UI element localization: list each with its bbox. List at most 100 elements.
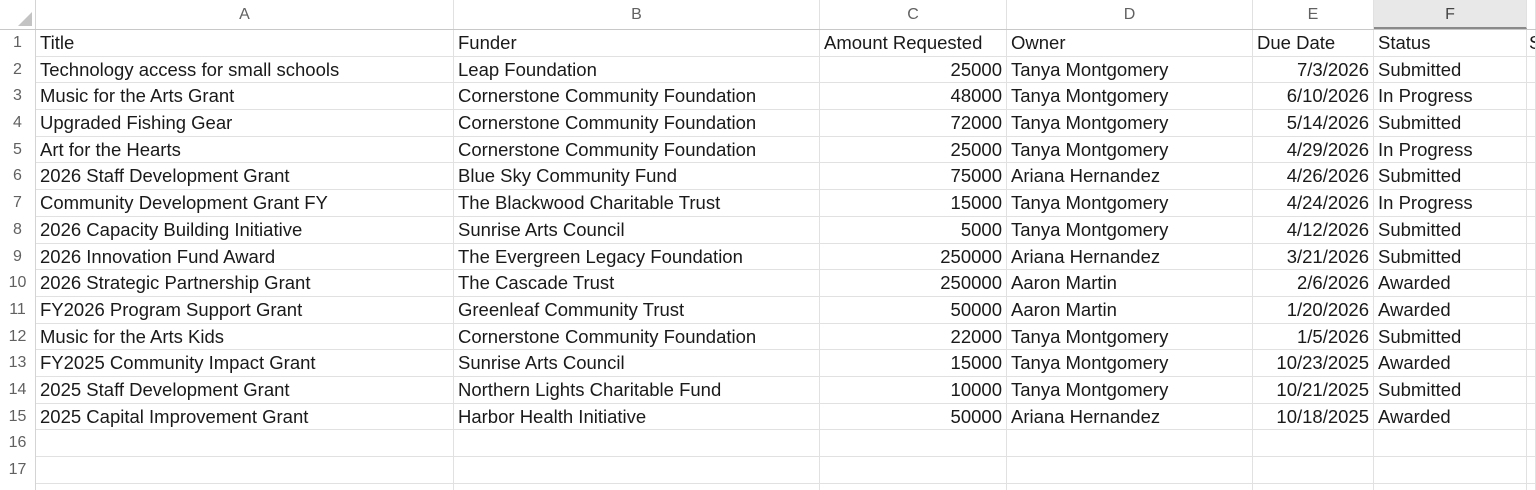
cell-empty[interactable] (1527, 457, 1536, 484)
cell-funder[interactable]: Leap Foundation (454, 56, 820, 84)
cell-owner[interactable]: Ariana Hernandez (1007, 243, 1253, 271)
cell-empty[interactable] (1007, 457, 1253, 484)
cell-funder[interactable]: Blue Sky Community Fund (454, 163, 820, 191)
cell-funder[interactable]: Sunrise Arts Council (454, 350, 820, 377)
select-all-corner[interactable] (0, 0, 36, 29)
cell-funder[interactable]: Cornerstone Community Foundation (454, 136, 820, 164)
cell-amount[interactable]: 15000 (820, 190, 1007, 217)
cell-extra[interactable] (1527, 83, 1536, 111)
cell-title-header[interactable]: Title (36, 30, 454, 57)
cell-amount[interactable]: 250000 (820, 243, 1007, 271)
cell-amount[interactable]: 25000 (820, 56, 1007, 84)
cell-owner[interactable]: Tanya Montgomery (1007, 56, 1253, 84)
row-header[interactable]: 8 (0, 216, 36, 244)
cell-empty[interactable] (454, 457, 820, 484)
cell-due-date[interactable]: 10/18/2025 (1253, 403, 1374, 431)
cell-title[interactable]: Art for the Hearts (36, 136, 454, 164)
cell-status[interactable]: Submitted (1374, 216, 1527, 244)
cell-extra[interactable] (1527, 190, 1536, 217)
cell-amount[interactable]: 250000 (820, 270, 1007, 297)
cell-empty[interactable] (820, 457, 1007, 484)
cell-owner[interactable]: Tanya Montgomery (1007, 323, 1253, 351)
column-header-g[interactable] (1527, 0, 1536, 29)
row-header[interactable]: 15 (0, 403, 36, 431)
cell-empty[interactable] (454, 483, 820, 490)
cell-owner[interactable]: Tanya Montgomery (1007, 110, 1253, 137)
cell-extra[interactable] (1527, 56, 1536, 84)
cell-title[interactable]: Music for the Arts Grant (36, 83, 454, 111)
cell-empty[interactable] (1007, 430, 1253, 457)
cell-funder[interactable]: The Evergreen Legacy Foundation (454, 243, 820, 271)
cell-due-date[interactable]: 6/10/2026 (1253, 83, 1374, 111)
cell-funder[interactable]: Cornerstone Community Foundation (454, 323, 820, 351)
row-header[interactable]: 2 (0, 56, 36, 84)
cell-empty[interactable] (36, 457, 454, 484)
row-header[interactable]: 16 (0, 430, 36, 457)
cell-title[interactable]: 2025 Staff Development Grant (36, 376, 454, 404)
column-header-b[interactable]: B (454, 0, 820, 29)
cell-extra[interactable] (1527, 136, 1536, 164)
cell-empty[interactable] (1253, 483, 1374, 490)
row-header[interactable]: 7 (0, 190, 36, 217)
cell-amount[interactable]: 50000 (820, 403, 1007, 431)
cell-owner[interactable]: Tanya Montgomery (1007, 350, 1253, 377)
cell-extra[interactable] (1527, 296, 1536, 324)
cell-due-date[interactable]: 1/5/2026 (1253, 323, 1374, 351)
cell-funder[interactable]: Sunrise Arts Council (454, 216, 820, 244)
row-header[interactable]: 13 (0, 350, 36, 377)
row-header[interactable]: 5 (0, 136, 36, 164)
cell-funder-header[interactable]: Funder (454, 30, 820, 57)
cell-extra[interactable] (1527, 376, 1536, 404)
cell-empty[interactable] (1253, 430, 1374, 457)
cell-title[interactable]: Music for the Arts Kids (36, 323, 454, 351)
row-header[interactable]: 17 (0, 457, 36, 484)
cell-extra[interactable] (1527, 350, 1536, 377)
cell-extra[interactable] (1527, 243, 1536, 271)
cell-title[interactable]: Upgraded Fishing Gear (36, 110, 454, 137)
row-header[interactable]: 14 (0, 376, 36, 404)
cell-status[interactable]: Submitted (1374, 323, 1527, 351)
cell-amount[interactable]: 22000 (820, 323, 1007, 351)
cell-funder[interactable]: Cornerstone Community Foundation (454, 83, 820, 111)
cell-extra[interactable] (1527, 270, 1536, 297)
cell-funder[interactable]: The Blackwood Charitable Trust (454, 190, 820, 217)
cell-empty[interactable] (820, 483, 1007, 490)
cell-title[interactable]: 2026 Staff Development Grant (36, 163, 454, 191)
cell-status[interactable]: In Progress (1374, 190, 1527, 217)
cell-due-date[interactable]: 5/14/2026 (1253, 110, 1374, 137)
cell-extra[interactable] (1527, 216, 1536, 244)
cell-amount[interactable]: 75000 (820, 163, 1007, 191)
cell-amount[interactable]: 5000 (820, 216, 1007, 244)
cell-empty[interactable] (1374, 430, 1527, 457)
cell-empty[interactable] (1527, 430, 1536, 457)
column-header-c[interactable]: C (820, 0, 1007, 29)
cell-empty[interactable] (1527, 483, 1536, 490)
cell-amount[interactable]: 10000 (820, 376, 1007, 404)
row-header[interactable]: 11 (0, 296, 36, 324)
cell-due-header[interactable]: Due Date (1253, 30, 1374, 57)
cell-status[interactable]: In Progress (1374, 136, 1527, 164)
row-header[interactable]: 1 (0, 30, 36, 57)
cell-due-date[interactable]: 4/26/2026 (1253, 163, 1374, 191)
cell-status[interactable]: Awarded (1374, 296, 1527, 324)
cell-amount[interactable]: 48000 (820, 83, 1007, 111)
cell-owner[interactable]: Ariana Hernandez (1007, 403, 1253, 431)
row-header[interactable]: 9 (0, 243, 36, 271)
column-header-f[interactable]: F (1374, 0, 1527, 29)
cell-owner[interactable]: Tanya Montgomery (1007, 190, 1253, 217)
cell-status[interactable]: Awarded (1374, 270, 1527, 297)
cell-amount[interactable]: 72000 (820, 110, 1007, 137)
cell-due-date[interactable]: 1/20/2026 (1253, 296, 1374, 324)
cell-funder[interactable]: The Cascade Trust (454, 270, 820, 297)
cell-due-date[interactable]: 10/21/2025 (1253, 376, 1374, 404)
cell-status[interactable]: Submitted (1374, 56, 1527, 84)
cell-status[interactable]: Submitted (1374, 243, 1527, 271)
cell-status[interactable]: Awarded (1374, 403, 1527, 431)
cell-title[interactable]: 2025 Capital Improvement Grant (36, 403, 454, 431)
cell-status[interactable]: Submitted (1374, 376, 1527, 404)
cell-due-date[interactable]: 4/29/2026 (1253, 136, 1374, 164)
row-header[interactable]: 12 (0, 323, 36, 351)
row-header[interactable]: 6 (0, 163, 36, 191)
row-header[interactable]: 18 (0, 483, 36, 490)
cell-empty[interactable] (36, 483, 454, 490)
